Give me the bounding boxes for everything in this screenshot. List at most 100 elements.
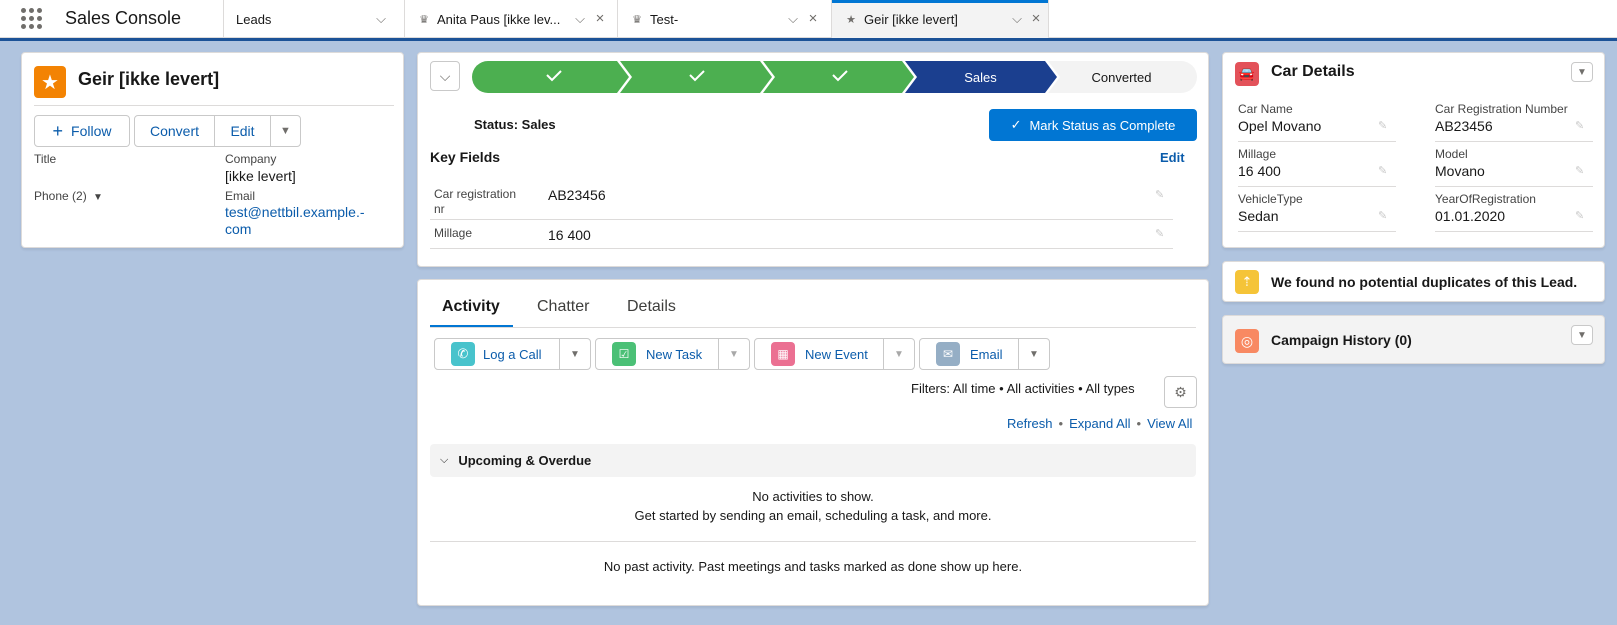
- duplicates-text: We found no potential duplicates of this…: [1271, 274, 1578, 290]
- tab-label: Anita Paus [ikke lev...: [437, 11, 561, 27]
- path-step-2[interactable]: [620, 61, 772, 93]
- activity-panel: [417, 279, 1209, 606]
- view-all-link[interactable]: View All: [1147, 416, 1192, 431]
- new-task-menu-button[interactable]: ▼: [718, 338, 750, 370]
- year-of-registration-value: 01.01.2020: [1435, 208, 1506, 224]
- edit-pencil-icon[interactable]: ✎: [1575, 119, 1584, 132]
- email-label: Email: [225, 189, 256, 203]
- email-link[interactable]: test@nettbil.example.- com: [225, 204, 365, 238]
- edit-pencil-icon[interactable]: ✎: [1575, 209, 1584, 222]
- chevron-down-icon: ▼: [1029, 348, 1039, 360]
- phone-dropdown[interactable]: Phone (2) ▼: [34, 189, 103, 203]
- link-separator: •: [1058, 416, 1064, 431]
- company-label: Company: [225, 152, 277, 166]
- chevron-down-icon: ⌵: [440, 454, 449, 466]
- path-step-3[interactable]: [763, 61, 914, 93]
- company-value: [ikke levert]: [225, 168, 296, 184]
- email-button[interactable]: ✉ Email: [919, 338, 1019, 370]
- divider: [1238, 141, 1396, 142]
- email-label: Email: [970, 346, 1003, 362]
- tab-chatter[interactable]: Chatter: [537, 298, 589, 316]
- convert-button[interactable]: Convert: [134, 115, 215, 147]
- empty-state-line: No activities to show.: [752, 489, 874, 504]
- millage-value: 16 400: [1238, 163, 1281, 179]
- path-toggle-button[interactable]: ⌵: [430, 61, 460, 91]
- chevron-down-icon[interactable]: ⌵: [1010, 11, 1024, 26]
- close-icon[interactable]: ×: [593, 10, 607, 27]
- plus-icon: +: [52, 120, 64, 141]
- title-label: Title: [34, 152, 57, 166]
- edit-pencil-icon[interactable]: ✎: [1155, 227, 1164, 240]
- gear-icon: ⚙: [1174, 383, 1187, 400]
- mark-status-complete-button[interactable]: ✓ Mark Status as Complete: [989, 109, 1197, 141]
- key-fields-edit-link[interactable]: Edit: [1160, 150, 1185, 165]
- calendar-icon: ▦: [771, 342, 795, 366]
- email-menu-button[interactable]: ▼: [1018, 338, 1050, 370]
- vehicle-type-label: VehicleType: [1238, 192, 1303, 206]
- edit-pencil-icon[interactable]: ✎: [1378, 119, 1387, 132]
- tab-details[interactable]: Details: [627, 298, 676, 316]
- key-field-value-reg: AB23456: [548, 187, 606, 203]
- divider: [34, 105, 394, 106]
- more-actions-button[interactable]: ▼: [270, 115, 301, 147]
- edit-pencil-icon[interactable]: ✎: [1378, 164, 1387, 177]
- nav-item-leads[interactable]: Leads ⌵: [224, 0, 405, 38]
- new-task-label: New Task: [646, 346, 703, 362]
- app-name: Sales Console: [62, 0, 224, 37]
- new-event-button[interactable]: ▦ New Event: [754, 338, 884, 370]
- close-icon[interactable]: ×: [806, 10, 820, 27]
- new-event-menu-button[interactable]: ▼: [883, 338, 915, 370]
- campaign-history-title[interactable]: Campaign History (0): [1271, 332, 1412, 348]
- divider: [1238, 186, 1396, 187]
- tab-anita-paus[interactable]: ♛ Anita Paus [ikke lev... ⌵ ×: [405, 0, 618, 38]
- upcoming-overdue-title: Upcoming & Overdue: [458, 453, 592, 468]
- new-task-button[interactable]: ☑ New Task: [595, 338, 719, 370]
- activity-links: Refresh • Expand All • View All: [1007, 416, 1192, 431]
- chevron-down-icon: ▼: [570, 348, 580, 360]
- nav-item-label: Leads: [236, 11, 272, 27]
- log-call-menu-button[interactable]: ▼: [559, 338, 591, 370]
- check-icon: ✓: [1010, 117, 1022, 132]
- lead-icon: ♛: [419, 13, 429, 26]
- mark-status-label: Mark Status as Complete: [1029, 117, 1176, 133]
- edit-pencil-icon[interactable]: ✎: [1155, 188, 1164, 201]
- log-call-button[interactable]: ✆ Log a Call: [434, 338, 560, 370]
- lead-icon: ♛: [632, 13, 642, 26]
- duplicate-icon: ⇡: [1235, 270, 1259, 294]
- chevron-down-icon: ▼: [1577, 329, 1587, 341]
- tab-activity[interactable]: Activity: [442, 298, 500, 316]
- filter-settings-button[interactable]: ⚙: [1164, 376, 1197, 408]
- tab-test[interactable]: ♛ Test- ⌵ ×: [618, 0, 832, 38]
- expand-all-link[interactable]: Expand All: [1069, 416, 1130, 431]
- chevron-down-icon: ▼: [729, 348, 739, 360]
- convert-label: Convert: [149, 123, 200, 139]
- lead-highlights-panel: ★ Geir [ikke levert] + Follow Convert Ed…: [21, 52, 404, 248]
- car-details-menu-button[interactable]: ▼: [1571, 62, 1593, 82]
- path-status: Status: Sales: [474, 117, 556, 132]
- tab-geir[interactable]: ★ Geir [ikke levert] ⌵ ×: [832, 0, 1049, 38]
- divider: [1435, 141, 1593, 142]
- phone-label: Phone (2): [34, 189, 87, 203]
- key-field-label-line: nr: [434, 202, 445, 216]
- edit-button[interactable]: Edit: [214, 115, 271, 147]
- record-title: Geir [ikke levert]: [78, 69, 220, 89]
- edit-pencil-icon[interactable]: ✎: [1378, 209, 1387, 222]
- upcoming-overdue-section[interactable]: ⌵ Upcoming & Overdue: [430, 444, 1196, 477]
- campaign-menu-button[interactable]: ▼: [1571, 325, 1593, 345]
- chevron-down-icon[interactable]: ⌵: [374, 11, 388, 26]
- chevron-down-icon[interactable]: ⌵: [573, 11, 587, 26]
- app-launcher-button[interactable]: [0, 0, 62, 37]
- chevron-down-icon: ▼: [280, 125, 291, 137]
- activity-filters: Filters: All time • All activities • All…: [911, 381, 1135, 396]
- follow-button[interactable]: + Follow: [34, 115, 130, 147]
- path-step-1[interactable]: [472, 61, 629, 93]
- chevron-down-icon: ⌵: [439, 67, 451, 84]
- refresh-link[interactable]: Refresh: [1007, 416, 1053, 431]
- path-step-sales-label: Sales: [964, 69, 997, 85]
- edit-pencil-icon[interactable]: ✎: [1575, 164, 1584, 177]
- divider: [430, 219, 1173, 220]
- car-icon: 🚘: [1235, 62, 1259, 86]
- close-icon[interactable]: ×: [1029, 10, 1043, 27]
- chevron-down-icon[interactable]: ⌵: [786, 11, 800, 26]
- divider: [430, 541, 1196, 542]
